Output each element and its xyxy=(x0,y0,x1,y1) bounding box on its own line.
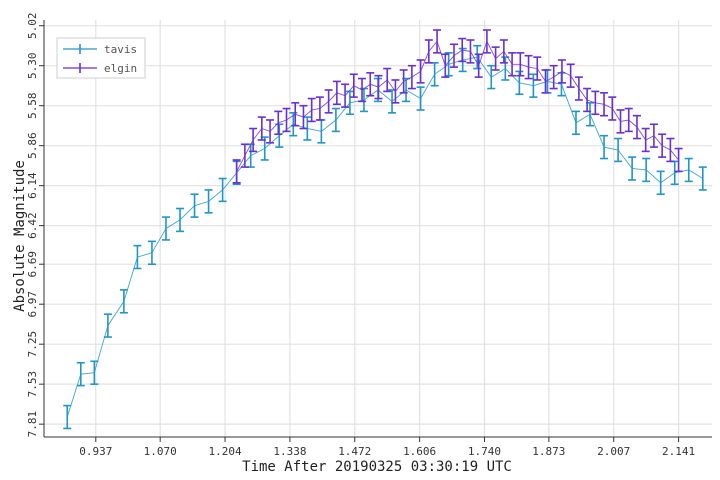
data-point xyxy=(674,147,683,173)
data-point xyxy=(487,64,496,90)
data-point xyxy=(366,72,375,97)
data-point xyxy=(274,110,283,136)
data-point xyxy=(684,157,693,183)
data-point xyxy=(324,89,333,114)
data-point xyxy=(529,73,538,98)
x-tick-label: 1.338 xyxy=(273,445,306,458)
legend-label: elgin xyxy=(104,62,137,75)
data-point xyxy=(616,109,625,134)
data-point xyxy=(147,240,156,266)
data-point xyxy=(341,83,350,108)
data-point xyxy=(624,107,633,133)
x-tick-label: 1.606 xyxy=(403,445,436,458)
x-tick-label: 1.740 xyxy=(468,445,501,458)
chart: 0.937 1.070 1.204 1.338 1.472 1.606 1.740 1.873… xyxy=(12,12,712,475)
y-axis-ticks: 5.025.305.585.866.146.426.696.977.257.53… xyxy=(26,12,44,437)
data-point xyxy=(614,137,623,163)
data-point xyxy=(499,39,508,64)
y-tick-label: 7.81 xyxy=(26,411,39,438)
data-point xyxy=(656,170,665,196)
data-point xyxy=(349,73,358,98)
data-point xyxy=(190,193,199,218)
data-point xyxy=(416,86,425,111)
x-tick-label: 1.204 xyxy=(208,445,241,458)
data-point xyxy=(501,56,510,81)
data-point xyxy=(649,123,658,148)
x-axis-ticks: 0.937 1.070 1.204 1.338 1.472 1.606 1.740 1.873… xyxy=(79,437,695,458)
data-point xyxy=(670,160,679,186)
data-point xyxy=(641,127,650,153)
y-tick-label: 5.02 xyxy=(26,12,39,38)
series-line-tavis xyxy=(66,56,704,418)
data-point xyxy=(407,64,416,90)
data-point xyxy=(232,159,241,184)
data-point xyxy=(266,119,275,144)
y-tick-label: 5.86 xyxy=(26,132,39,159)
x-tick-label: 1.472 xyxy=(338,445,371,458)
data-point xyxy=(666,137,675,163)
data-point xyxy=(358,77,367,103)
y-axis-label: Absolute Magnitude xyxy=(12,160,28,312)
data-point xyxy=(458,37,467,63)
data-point xyxy=(549,64,558,90)
x-tick-label: 0.937 xyxy=(79,445,112,458)
data-point xyxy=(698,166,707,191)
data-point xyxy=(331,107,340,133)
series-elgin xyxy=(232,29,683,184)
data-point xyxy=(275,123,284,148)
legend-label: tavis xyxy=(104,43,137,56)
data-point xyxy=(176,207,185,233)
data-point xyxy=(359,87,368,113)
data-point xyxy=(557,59,566,84)
data-point xyxy=(543,69,552,94)
x-axis-label: Time After 20190325 03:30:19 UTC xyxy=(242,459,512,475)
data-point xyxy=(383,67,392,93)
x-tick-label: 2.007 xyxy=(597,445,630,458)
data-point xyxy=(103,313,112,338)
y-tick-label: 7.25 xyxy=(26,331,39,358)
legend: tavis elgin xyxy=(56,37,146,79)
data-point xyxy=(240,143,249,168)
data-point xyxy=(608,96,617,121)
data-point xyxy=(424,39,433,64)
y-tick-label: 5.58 xyxy=(26,92,39,119)
x-tick-label: 1.070 xyxy=(144,445,177,458)
data-point xyxy=(600,134,609,160)
data-point xyxy=(317,119,326,144)
data-point xyxy=(632,114,641,140)
data-point xyxy=(524,54,533,80)
x-tick-label: 1.873 xyxy=(532,445,565,458)
y-tick-label: 7.53 xyxy=(26,371,39,398)
data-point xyxy=(566,63,575,88)
data-point xyxy=(161,216,170,241)
data-point xyxy=(491,46,500,71)
data-point xyxy=(307,97,316,123)
data-point xyxy=(515,70,524,96)
data-point xyxy=(574,76,583,101)
data-point xyxy=(315,96,324,121)
data-point xyxy=(332,80,341,106)
y-tick-label: 5.30 xyxy=(26,52,39,79)
data-point xyxy=(204,189,213,214)
data-point xyxy=(345,90,354,116)
x-tick-label: 2.141 xyxy=(662,445,695,458)
